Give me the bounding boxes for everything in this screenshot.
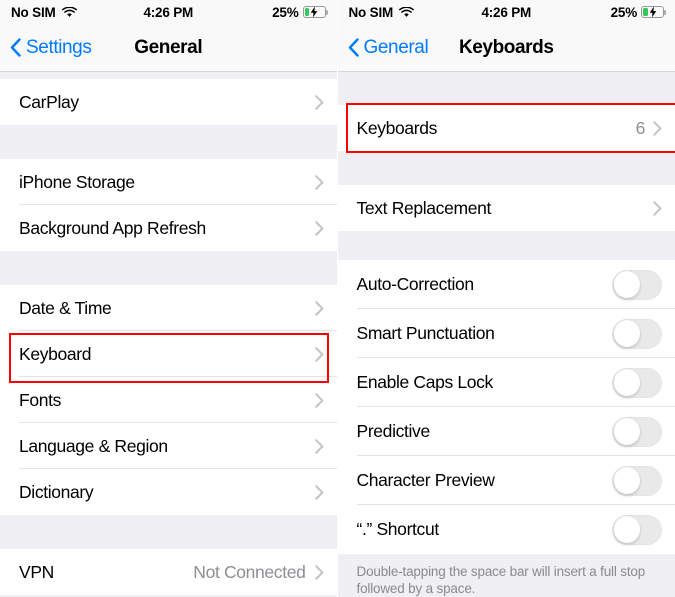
left-phone-screen: No SIM 4:26 PM 25% Settings General CarP… xyxy=(0,0,338,597)
settings-group-text-replacement: Text Replacement xyxy=(337,185,675,231)
battery-icon xyxy=(302,6,328,18)
group-gap xyxy=(0,515,337,549)
footer-note-period-shortcut: Double-tapping the space bar will insert… xyxy=(337,554,675,597)
row-value: Not Connected xyxy=(193,561,306,582)
row-label: “.” Shortcut xyxy=(356,519,440,539)
status-bar-right: No SIM 4:26 PM 25% xyxy=(337,0,675,24)
battery-icon xyxy=(641,6,667,18)
battery-percent-label: 25% xyxy=(272,4,299,20)
wifi-icon xyxy=(399,6,415,17)
group-gap xyxy=(0,125,337,159)
back-button-label: Settings xyxy=(26,36,92,58)
settings-group-vpn: VPN Not Connected xyxy=(0,549,337,595)
status-bar-left-group: No SIM xyxy=(11,5,77,20)
row-predictive[interactable]: Predictive xyxy=(337,407,675,456)
chevron-right-icon xyxy=(314,564,323,580)
carrier-label: No SIM xyxy=(11,4,56,20)
row-dictionary[interactable]: Dictionary xyxy=(0,469,337,515)
back-button-label: General xyxy=(363,36,429,58)
back-button-general[interactable]: General xyxy=(338,37,429,59)
status-bar-left: No SIM 4:26 PM 25% xyxy=(0,0,337,24)
row-label: Text Replacement xyxy=(356,197,492,218)
row-language-region[interactable]: Language & Region xyxy=(0,423,337,469)
nav-bar-right: General Keyboards xyxy=(337,24,675,72)
toggle-period-shortcut[interactable] xyxy=(612,514,662,545)
back-button-settings[interactable]: Settings xyxy=(0,36,92,59)
chevron-right-icon xyxy=(314,484,323,500)
chevron-right-icon xyxy=(314,300,323,316)
settings-group-carplay: CarPlay xyxy=(0,79,337,125)
row-smart-punctuation[interactable]: Smart Punctuation xyxy=(337,309,675,358)
group-gap xyxy=(0,72,337,79)
chevron-right-icon xyxy=(314,94,323,110)
group-gap xyxy=(0,251,337,285)
settings-list-general: CarPlay iPhone Storage Background App Re… xyxy=(0,72,337,597)
settings-group-typing-options: Auto-Correction Smart Punctuation Enable… xyxy=(337,260,675,554)
chevron-right-icon xyxy=(314,438,323,454)
chevron-left-icon xyxy=(10,38,21,57)
toggle-enable-caps-lock[interactable] xyxy=(612,367,662,398)
row-label: Keyboard xyxy=(19,343,92,364)
group-gap xyxy=(337,231,675,260)
row-value-count: 6 xyxy=(635,117,646,138)
row-label: Language & Region xyxy=(19,435,168,456)
row-label: Predictive xyxy=(356,421,431,441)
row-period-shortcut[interactable]: “.” Shortcut xyxy=(337,505,675,554)
row-label: Date & Time xyxy=(19,297,112,318)
row-keyboards[interactable]: Keyboards 6 xyxy=(337,105,675,151)
row-label: Background App Refresh xyxy=(19,217,206,238)
chevron-right-icon xyxy=(314,220,323,236)
row-auto-correction[interactable]: Auto-Correction xyxy=(337,260,675,309)
row-enable-caps-lock[interactable]: Enable Caps Lock xyxy=(337,358,675,407)
settings-group-storage: iPhone Storage Background App Refresh xyxy=(0,159,337,251)
row-label: VPN xyxy=(19,561,54,582)
row-label: CarPlay xyxy=(19,91,79,112)
chevron-right-icon xyxy=(653,120,662,136)
settings-list-keyboards: Keyboards 6 Text Replacement Auto-Correc… xyxy=(337,72,675,597)
charging-bolt-icon xyxy=(310,6,318,18)
carrier-label: No SIM xyxy=(348,4,394,20)
settings-group-keyboards: Keyboards 6 xyxy=(337,105,675,151)
status-bar-left-group: No SIM xyxy=(349,5,415,20)
status-bar-right-group: 25% xyxy=(610,4,667,20)
row-label: Fonts xyxy=(19,389,62,410)
row-label: Character Preview xyxy=(356,470,495,490)
chevron-right-icon xyxy=(314,392,323,408)
battery-percent-label: 25% xyxy=(610,4,638,20)
right-phone-screen: No SIM 4:26 PM 25% General Keyboards Key… xyxy=(337,0,675,597)
toggle-auto-correction[interactable] xyxy=(612,269,662,300)
dual-screenshot-container: No SIM 4:26 PM 25% Settings General CarP… xyxy=(0,0,675,597)
status-bar-right-group: 25% xyxy=(272,4,328,20)
wifi-icon xyxy=(61,6,77,17)
chevron-right-icon xyxy=(653,200,662,216)
group-gap xyxy=(337,72,675,105)
row-fonts[interactable]: Fonts xyxy=(0,377,337,423)
row-background-app-refresh[interactable]: Background App Refresh xyxy=(0,205,337,251)
row-text-replacement[interactable]: Text Replacement xyxy=(337,185,675,231)
row-keyboard[interactable]: Keyboard xyxy=(0,331,337,377)
nav-bar-left: Settings General xyxy=(0,24,337,72)
toggle-character-preview[interactable] xyxy=(612,465,662,496)
toggle-predictive[interactable] xyxy=(612,416,662,447)
charging-bolt-icon xyxy=(649,6,656,18)
row-label: Smart Punctuation xyxy=(356,323,495,343)
toggle-smart-punctuation[interactable] xyxy=(612,318,662,349)
chevron-left-icon xyxy=(348,38,359,57)
row-label: Keyboards xyxy=(356,117,438,138)
row-iphone-storage[interactable]: iPhone Storage xyxy=(0,159,337,205)
row-carplay[interactable]: CarPlay xyxy=(0,79,337,125)
chevron-right-icon xyxy=(314,174,323,190)
row-label: Dictionary xyxy=(19,481,94,502)
row-label: Auto-Correction xyxy=(356,274,475,294)
chevron-right-icon xyxy=(314,346,323,362)
row-character-preview[interactable]: Character Preview xyxy=(337,456,675,505)
row-label: iPhone Storage xyxy=(19,171,135,192)
group-gap xyxy=(337,151,675,185)
row-date-time[interactable]: Date & Time xyxy=(0,285,337,331)
row-vpn[interactable]: VPN Not Connected xyxy=(0,549,337,595)
row-label: Enable Caps Lock xyxy=(356,372,494,392)
settings-group-keyboard: Date & Time Keyboard Fonts Language & Re… xyxy=(0,285,337,515)
